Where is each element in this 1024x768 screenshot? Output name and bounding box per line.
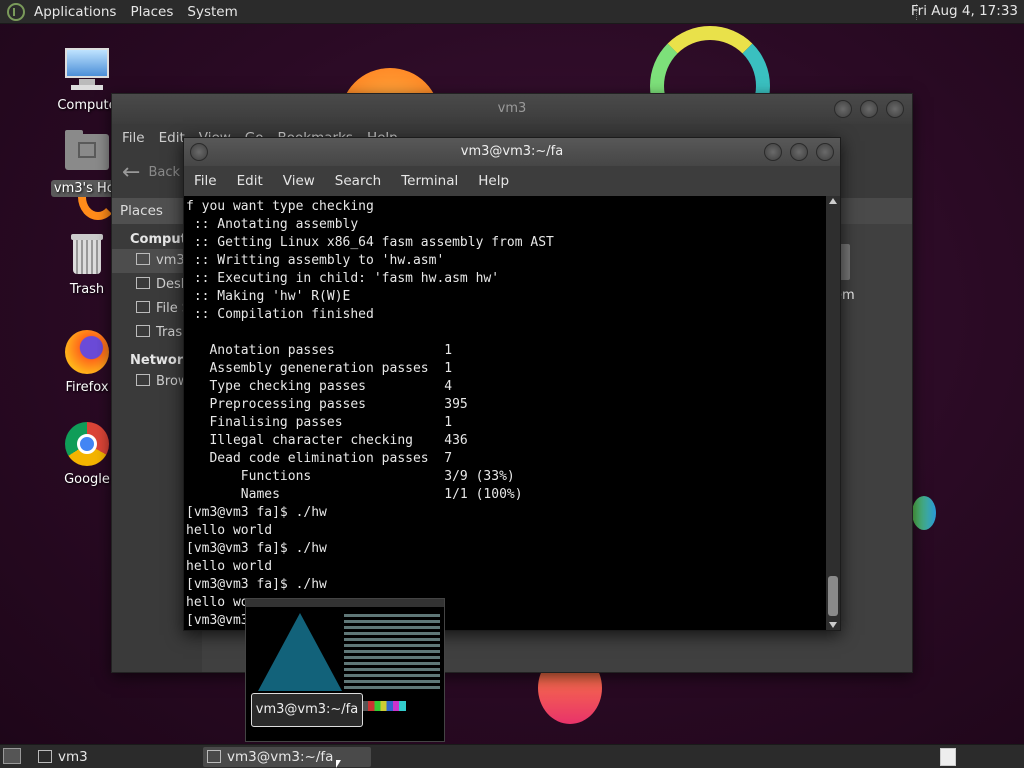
- file-manager-titlebar[interactable]: vm3: [112, 94, 912, 124]
- menu-file[interactable]: File: [122, 130, 145, 146]
- window-menu-button[interactable]: [190, 143, 208, 161]
- terminal-icon: [207, 750, 221, 763]
- terminal-line: :: Getting Linux x86_64 fasm assembly fr…: [186, 235, 554, 250]
- preview-menubar: [246, 599, 444, 607]
- trash-icon: [63, 230, 111, 278]
- back-arrow-icon[interactable]: ←: [122, 160, 140, 185]
- terminal-line: :: Executing in child: 'fasm hw.asm hw': [186, 271, 500, 286]
- desktop-icon: [136, 277, 150, 289]
- terminal-line: Anotation passes 1: [186, 343, 453, 358]
- terminal-lines: f you want type checking :: Anotating as…: [184, 196, 826, 630]
- terminal-output[interactable]: f you want type checking :: Anotating as…: [184, 196, 826, 630]
- terminal-line: :: Compilation finished: [186, 307, 374, 322]
- taskbar-item-label: vm3: [58, 749, 88, 765]
- bottom-panel: vm3 vm3@vm3:~/fa: [0, 744, 1024, 768]
- scroll-down-arrow-icon[interactable]: [829, 622, 837, 628]
- menu-applications[interactable]: Applications: [34, 4, 116, 20]
- firefox-icon: [63, 328, 111, 376]
- chrome-icon: [63, 420, 111, 468]
- terminal-line: f you want type checking: [186, 199, 374, 214]
- distro-logo-icon[interactable]: [7, 2, 25, 21]
- terminal-line: hello world: [186, 559, 273, 574]
- back-button[interactable]: Back: [148, 165, 180, 180]
- menu-places[interactable]: Places: [130, 4, 173, 20]
- terminal-line: Dead code elimination passes 7: [186, 451, 453, 466]
- terminal-menubar: File Edit View Search Terminal Help: [184, 166, 840, 196]
- wallpaper-blue-shape: [912, 496, 936, 530]
- menu-file[interactable]: File: [194, 173, 217, 189]
- window-title: vm3: [497, 101, 527, 116]
- computer-icon: [63, 46, 111, 94]
- terminal-line: Illegal character checking 436: [186, 433, 468, 448]
- terminal-line: :: Making 'hw' R(W)E: [186, 289, 351, 304]
- terminal-line: :: Writting assembly to 'hw.asm': [186, 253, 445, 268]
- preview-logo-art: [258, 613, 342, 691]
- menu-help[interactable]: Help: [478, 173, 509, 189]
- scrollbar-thumb[interactable]: [828, 576, 838, 616]
- maximize-button[interactable]: [790, 143, 808, 161]
- maximize-button[interactable]: [860, 100, 878, 118]
- drive-icon: [136, 301, 150, 313]
- preview-tooltip: vm3@vm3:~/fa: [251, 693, 363, 727]
- terminal-line: [vm3@vm3 fa]$ ./hw: [186, 505, 327, 520]
- clock[interactable]: Fri Aug 4, 17:33: [911, 3, 1018, 19]
- terminal-line: Functions 3/9 (33%): [186, 469, 515, 484]
- network-icon: [136, 374, 150, 386]
- taskbar-item-terminal[interactable]: vm3@vm3:~/fa: [203, 747, 371, 767]
- terminal-line: Names 1/1 (100%): [186, 487, 523, 502]
- menu-view[interactable]: View: [283, 173, 315, 189]
- terminal-titlebar[interactable]: vm3@vm3:~/fa: [184, 138, 840, 166]
- menu-system[interactable]: System: [187, 4, 237, 20]
- workspace-switcher[interactable]: [940, 748, 956, 766]
- terminal-scrollbar[interactable]: [826, 196, 840, 630]
- sidebar-item-label: vm3: [156, 253, 185, 268]
- terminal-line: Preprocessing passes 395: [186, 397, 468, 412]
- terminal-line: [vm3@vm3 fa]$ ./hw: [186, 541, 327, 556]
- terminal-window[interactable]: vm3@vm3:~/fa File Edit View Search Termi…: [183, 137, 841, 631]
- terminal-line: Finalising passes 1: [186, 415, 453, 430]
- taskbar-item-file-manager[interactable]: vm3: [34, 747, 194, 767]
- folder-icon: [38, 750, 52, 763]
- mouse-cursor-icon: [336, 760, 341, 768]
- minimize-button[interactable]: [764, 143, 782, 161]
- scroll-up-arrow-icon[interactable]: [829, 198, 837, 204]
- terminal-line: [vm3@vm3 fa]$ ./hw: [186, 577, 327, 592]
- minimize-button[interactable]: [834, 100, 852, 118]
- menu-terminal[interactable]: Terminal: [401, 173, 458, 189]
- close-button[interactable]: [816, 143, 834, 161]
- preview-info-text: [344, 611, 440, 692]
- window-title: vm3@vm3:~/fa: [460, 144, 564, 159]
- preview-color-swatch: [362, 701, 406, 711]
- taskbar-item-label: vm3@vm3:~/fa: [227, 749, 334, 765]
- home-icon: [136, 253, 150, 265]
- top-panel: Applications Places System Fri Aug 4, 17…: [0, 0, 1024, 24]
- terminal-line: Assembly geneneration passes 1: [186, 361, 453, 376]
- close-button[interactable]: [886, 100, 904, 118]
- trash-icon: [136, 325, 150, 337]
- menu-edit[interactable]: Edit: [237, 173, 263, 189]
- terminal-line: Type checking passes 4: [186, 379, 453, 394]
- terminal-line: hello world: [186, 523, 273, 538]
- menu-edit[interactable]: Edit: [159, 130, 185, 146]
- home-folder-icon: [63, 128, 111, 176]
- menu-search[interactable]: Search: [335, 173, 381, 189]
- terminal-line: :: Anotating assembly: [186, 217, 359, 232]
- show-desktop-icon[interactable]: [3, 748, 21, 764]
